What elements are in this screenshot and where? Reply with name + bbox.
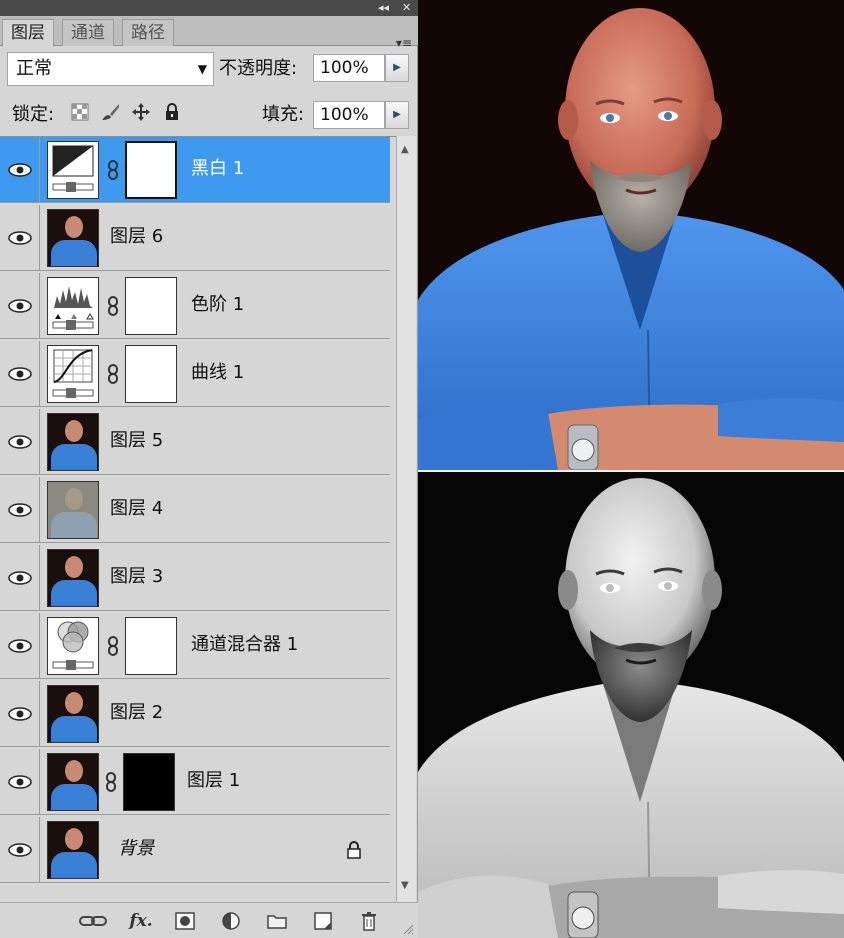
layer-name[interactable]: 色阶 1 [191,293,244,317]
layer-mask-thumbnail[interactable] [123,753,175,811]
layer-row[interactable]: 图层 5 [0,409,390,475]
curves-adjustment-icon [47,345,99,403]
photo-thumbnail [47,413,99,471]
layer-row[interactable]: 图层 1 [0,749,390,815]
layer-name[interactable]: 图层 4 [110,497,163,521]
photo-thumbnail [47,685,99,743]
new-layer-icon[interactable] [312,911,334,931]
layer-name[interactable]: 图层 1 [187,769,240,793]
lock-label: 锁定: [12,104,55,125]
padlock-icon[interactable] [163,103,181,121]
layer-row[interactable]: 通道混合器 1 [0,613,390,679]
bw-portrait-image [418,472,844,938]
layer-row[interactable]: 曲线 1 [0,341,390,407]
panel-titlebar: ◂◂ ✕ [0,0,418,16]
layer-name[interactable]: 曲线 1 [191,361,244,385]
fill-slider-button[interactable]: ▶ [385,101,409,129]
layer-name[interactable]: 图层 3 [110,565,163,589]
scroll-down-icon[interactable]: ▼ [401,880,409,891]
layer-row[interactable]: 黑白 1 [0,137,390,203]
eye-icon[interactable] [0,341,40,407]
panel-tabs: 图层 通道 路径 ▾≡ [0,16,418,50]
resize-grip-icon[interactable] [402,923,414,935]
tab-paths[interactable]: 路径 [122,19,174,46]
layer-row[interactable]: 图层 3 [0,545,390,611]
add-mask-icon[interactable] [174,911,196,931]
layer-name[interactable]: 黑白 1 [191,157,244,181]
chain-link-icon[interactable] [107,160,119,180]
layer-mask-thumbnail[interactable] [125,617,177,675]
opacity-label: 不透明度: [219,58,298,79]
fill-label: 填充: [262,104,305,125]
layer-name[interactable]: 通道混合器 1 [191,633,298,657]
trash-icon[interactable] [358,911,380,931]
tab-channels[interactable]: 通道 [62,19,114,46]
tab-layers[interactable]: 图层 [2,19,54,47]
photo-thumbnail [47,209,99,267]
bw-adjustment-icon [47,141,99,199]
photo-thumbnail [47,549,99,607]
eye-icon[interactable] [0,681,40,747]
eye-icon[interactable] [0,749,40,815]
eye-icon[interactable] [0,477,40,543]
app-root: ◂◂ ✕ 图层 通道 路径 ▾≡ 正常 ▼ 不透明度: 100% ▶ 锁定: 填… [0,0,844,938]
close-icon[interactable]: ✕ [402,1,411,15]
layer-name[interactable]: 图层 2 [110,701,163,725]
photo-thumbnail [47,821,99,879]
layer-name[interactable]: 图层 5 [110,429,163,453]
layer-row[interactable]: 图层 4 [0,477,390,543]
blend-mode-value: 正常 [16,58,52,79]
photo-thumbnail [47,753,99,811]
eye-icon[interactable] [0,613,40,679]
layer-mask-thumbnail[interactable] [125,345,177,403]
adjustment-layer-icon[interactable] [220,911,242,931]
move-lock-icon[interactable] [132,103,150,121]
layer-row[interactable]: 背景 [0,817,390,883]
new-group-icon[interactable] [266,911,288,931]
chain-link-icon[interactable] [107,364,119,384]
chevron-down-icon: ▼ [197,62,207,76]
layer-name[interactable]: 图层 6 [110,225,163,249]
layer-mask-thumbnail[interactable] [125,277,177,335]
layer-name[interactable]: 背景 [118,837,154,861]
opacity-slider-button[interactable]: ▶ [385,54,409,82]
link-layers-icon[interactable] [78,911,108,931]
collapse-icon[interactable]: ◂◂ [378,1,389,15]
blend-mode-select[interactable]: 正常 ▼ [7,52,214,86]
levels-adjustment-icon [47,277,99,335]
opacity-input[interactable]: 100% [313,54,385,82]
eye-icon[interactable] [0,545,40,611]
chain-link-icon[interactable] [105,772,117,792]
photo-thumbnail [47,481,99,539]
channel-mixer-icon [47,617,99,675]
layer-list: 黑白 1 图层 6 色阶 1 曲线 1 图层 5 图层 4 图层 3 通道混合器… [0,136,396,883]
layer-row[interactable]: 图层 6 [0,205,390,271]
fx-icon[interactable]: fx. [126,911,156,931]
layers-panel: ◂◂ ✕ 图层 通道 路径 ▾≡ 正常 ▼ 不透明度: 100% ▶ 锁定: 填… [0,0,418,938]
fill-input[interactable]: 100% [313,101,385,129]
panel-menu-icon[interactable]: ▾≡ [396,36,412,50]
padlock-icon [347,841,361,859]
layer-row[interactable]: 色阶 1 [0,273,390,339]
eye-icon[interactable] [0,205,40,271]
eye-icon[interactable] [0,137,40,203]
scroll-up-icon[interactable]: ▲ [401,144,409,155]
layers-bottom-toolbar: fx. [0,902,418,938]
chain-link-icon[interactable] [107,636,119,656]
layer-list-scrollbar[interactable]: ▲ ▼ [396,136,416,902]
eye-icon[interactable] [0,817,40,883]
eye-icon[interactable] [0,273,40,339]
eye-icon[interactable] [0,409,40,475]
color-portrait-image [418,0,844,470]
brush-lock-icon[interactable] [101,103,119,121]
transparent-pixels-lock-icon[interactable] [71,103,89,121]
chain-link-icon[interactable] [107,296,119,316]
layer-row[interactable]: 图层 2 [0,681,390,747]
layer-mask-thumbnail[interactable] [125,141,177,199]
